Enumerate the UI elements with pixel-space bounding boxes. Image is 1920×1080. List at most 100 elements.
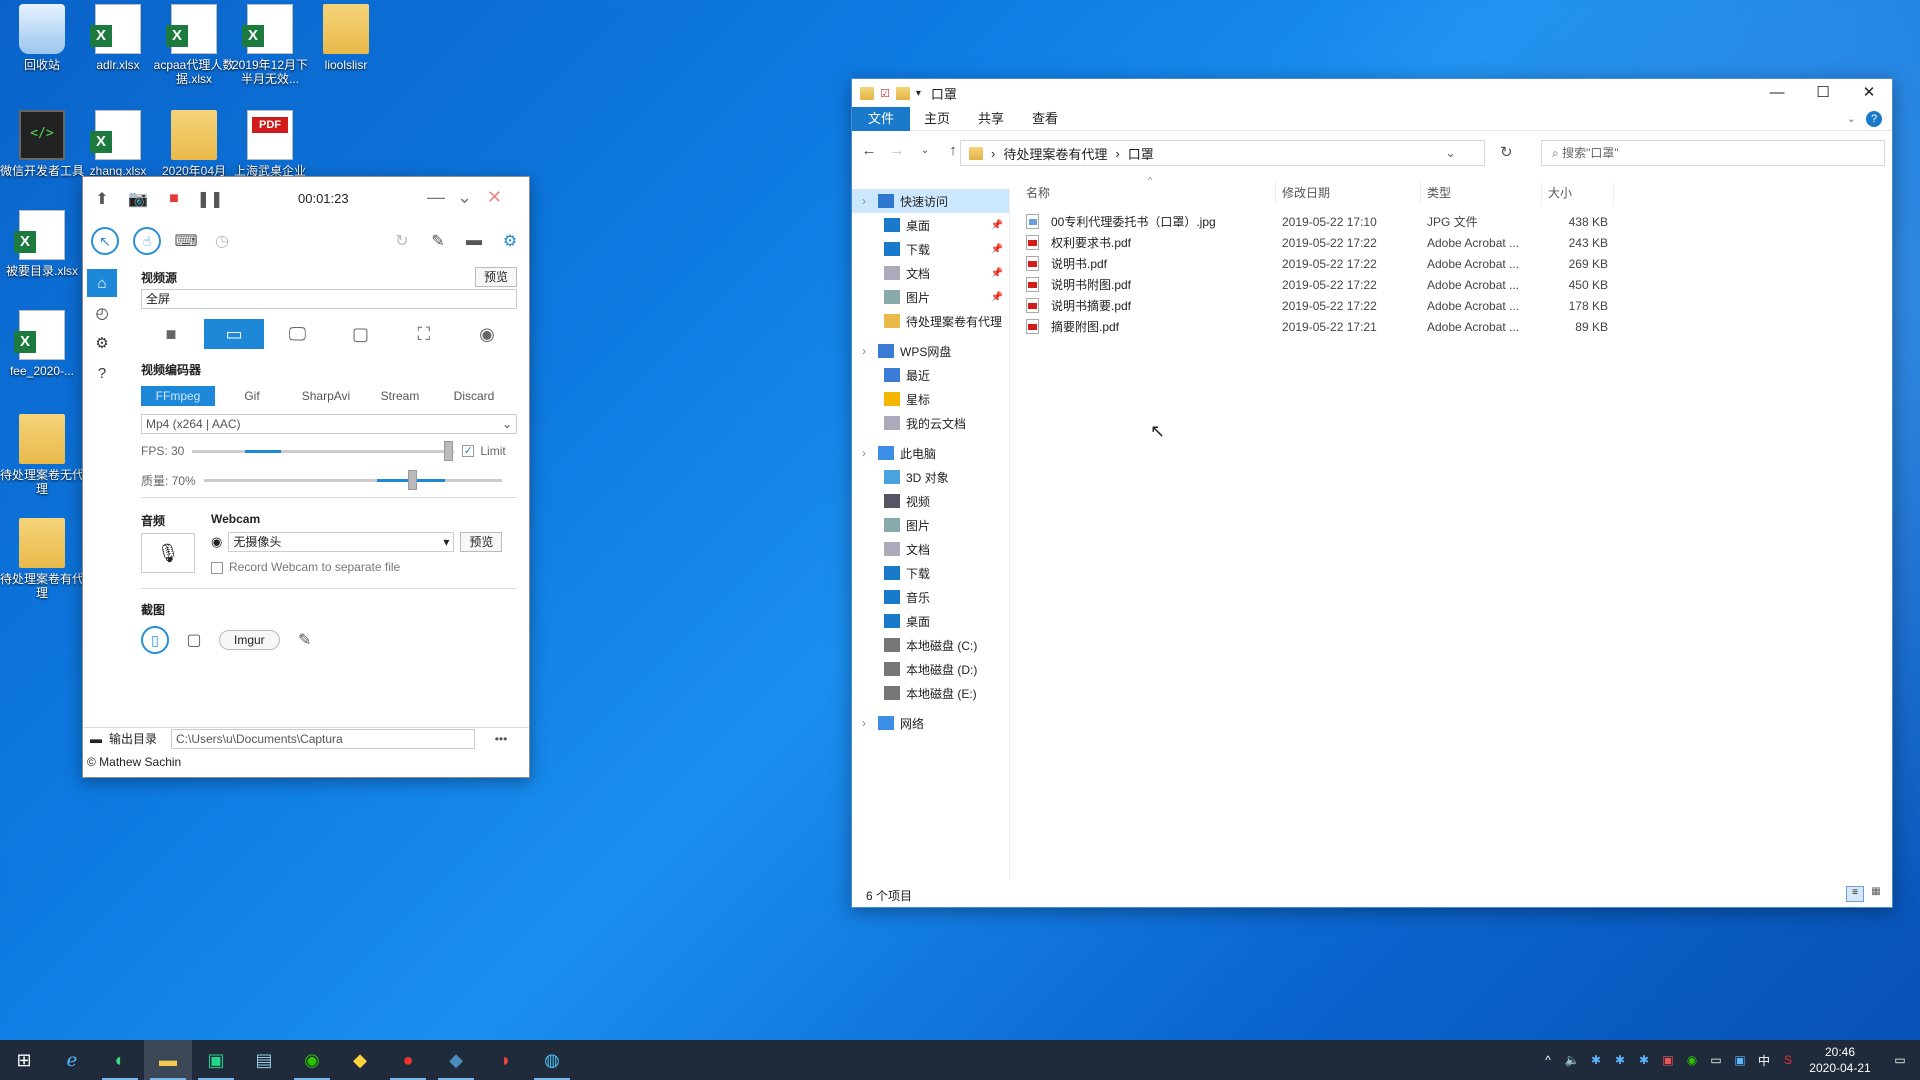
help-icon[interactable]: ? bbox=[1866, 110, 1882, 127]
desktop-icon[interactable]: 待处理案卷无代理 bbox=[0, 414, 84, 496]
nav-item[interactable]: 桌面 bbox=[852, 609, 1009, 633]
keyboard-icon[interactable]: ⌨ bbox=[174, 230, 197, 252]
source-field[interactable]: 全屏 bbox=[141, 289, 517, 309]
nav-item[interactable]: 我的云文档 bbox=[852, 411, 1009, 435]
address-dropdown-icon[interactable]: ⌄ bbox=[1445, 145, 1456, 161]
wechat-tray-icon[interactable]: ◉ bbox=[1680, 1053, 1704, 1067]
ribbon-tab[interactable]: 主页 bbox=[910, 107, 964, 131]
region-mode-icon[interactable]: ⛶ bbox=[394, 319, 454, 349]
clipboard-icon[interactable]: ▢ bbox=[183, 629, 205, 651]
new-folder-icon[interactable] bbox=[895, 86, 910, 100]
start-icon[interactable]: ⊞ bbox=[0, 1040, 48, 1080]
webcam-select[interactable]: 无摄像头 ▾ bbox=[228, 532, 455, 552]
settings-icon[interactable]: ⚙ bbox=[87, 329, 117, 357]
minimize-icon[interactable]: — bbox=[427, 187, 445, 208]
history-icon[interactable]: ◴ bbox=[87, 299, 117, 327]
pause-icon[interactable]: ❚❚ bbox=[197, 188, 224, 210]
chevron-up-icon[interactable]: ^ bbox=[1536, 1053, 1560, 1067]
nav-item[interactable]: 本地磁盘 (D:) bbox=[852, 657, 1009, 681]
screen-mode-icon[interactable]: 🖵 bbox=[267, 319, 327, 349]
desktop-icon[interactable]: 被要目录.xlsx bbox=[0, 210, 84, 278]
file-row[interactable]: 摘要附图.pdf 2019-05-22 17:21 Adobe Acrobat ..… bbox=[1020, 316, 1614, 337]
maximize-button[interactable]: ☐ bbox=[1800, 79, 1846, 107]
cursor-toggle-icon[interactable]: ↖ bbox=[91, 227, 119, 255]
file-row[interactable]: 说明书摘要.pdf 2019-05-22 17:22 Adobe Acrobat .… bbox=[1020, 295, 1614, 316]
edit-icon[interactable]: ✎ bbox=[294, 629, 316, 651]
close-button[interactable]: ✕ bbox=[1846, 79, 1892, 107]
notepad-icon[interactable]: ▤ bbox=[240, 1040, 288, 1080]
refresh-icon[interactable]: ↻ bbox=[391, 230, 413, 252]
bluetooth-icon[interactable]: ✱ bbox=[1584, 1053, 1608, 1067]
desktop-icon[interactable]: 上海武桌企业 bbox=[228, 110, 312, 178]
save-to-disk-icon[interactable]: ▯ bbox=[141, 626, 169, 654]
notification-icon[interactable]: ▭ bbox=[1880, 1053, 1920, 1067]
pencil-icon[interactable]: ✎ bbox=[427, 230, 449, 252]
desktop-icon[interactable]: 回收站 bbox=[0, 4, 84, 72]
minimize-button[interactable]: — bbox=[1754, 79, 1800, 107]
tiles-view-icon[interactable]: ▦ bbox=[1868, 886, 1884, 902]
gamepad-mode-icon[interactable]: ◉ bbox=[457, 319, 517, 349]
nav-item[interactable]: 待处理案卷有代理 bbox=[852, 309, 1009, 333]
back-icon[interactable]: ← bbox=[860, 142, 878, 159]
output-path-field[interactable]: C:\Users\u\Documents\Captura bbox=[171, 728, 475, 749]
browse-button[interactable]: ••• bbox=[475, 732, 527, 746]
captura-icon[interactable]: ◑ bbox=[480, 1040, 528, 1080]
desktop-icon[interactable]: adlr.xlsx bbox=[76, 4, 160, 72]
file-row[interactable]: 说明书附图.pdf 2019-05-22 17:22 Adobe Acrobat .… bbox=[1020, 274, 1614, 295]
nav-item[interactable]: 星标 bbox=[852, 387, 1009, 411]
column-size[interactable]: 大小 bbox=[1542, 181, 1614, 205]
limit-checkbox[interactable]: ✓ bbox=[462, 445, 475, 457]
file-row[interactable]: 00专利代理委托书（口罩）.jpg 2019-05-22 17:10 JPG 文件 4… bbox=[1020, 211, 1614, 232]
volume-icon[interactable]: 🔈 bbox=[1560, 1053, 1584, 1067]
nav-item[interactable]: 下载 bbox=[852, 561, 1009, 585]
nav-item[interactable]: 最近 bbox=[852, 363, 1009, 387]
sogou-icon[interactable]: S bbox=[1776, 1053, 1800, 1067]
webcam-separate-checkbox[interactable] bbox=[211, 561, 223, 574]
file-explorer-icon[interactable]: ▬ bbox=[144, 1040, 192, 1080]
search-box[interactable]: ⌕ 搜索"口罩" bbox=[1541, 140, 1885, 166]
tray-app-icon[interactable]: ✱ bbox=[1632, 1053, 1656, 1067]
encoder-tab-stream[interactable]: Stream bbox=[363, 386, 437, 406]
nav-item[interactable]: 图片 bbox=[852, 513, 1009, 537]
microphone-icon[interactable]: 🎙 bbox=[141, 533, 195, 573]
ribbon-tab[interactable]: 共享 bbox=[964, 107, 1018, 131]
desktop-icon[interactable]: acpaa代理人数据.xlsx bbox=[152, 4, 236, 86]
python-icon[interactable]: ◆ bbox=[336, 1040, 384, 1080]
properties-icon[interactable]: ☑ bbox=[880, 87, 890, 100]
help-icon[interactable]: ? bbox=[87, 359, 117, 387]
encoder-tab-ffmpeg[interactable]: FFmpeg bbox=[141, 386, 215, 406]
encoder-tab-discard[interactable]: Discard bbox=[437, 386, 511, 406]
click-toggle-icon[interactable]: ☝ bbox=[133, 227, 161, 255]
desktop-icon[interactable]: 2019年12月下半月无效... bbox=[228, 4, 312, 86]
recent-dropdown-icon[interactable]: ⌄ bbox=[916, 145, 934, 156]
window-mode-icon[interactable]: ▢ bbox=[331, 319, 391, 349]
desktop-icon[interactable]: zhang.xlsx bbox=[76, 110, 160, 178]
nav-item[interactable]: 音乐 bbox=[852, 585, 1009, 609]
stop-icon[interactable]: ■ bbox=[163, 188, 185, 210]
desktop-icon[interactable]: 待处理案卷有代理 bbox=[0, 518, 84, 600]
fps-slider[interactable] bbox=[192, 440, 455, 461]
column-type[interactable]: 类型 bbox=[1421, 181, 1542, 205]
encoder-tab-sharpavi[interactable]: SharpAvi bbox=[289, 386, 363, 406]
nav-item[interactable]: 文档 bbox=[852, 537, 1009, 561]
nav-item[interactable]: 本地磁盘 (C:) bbox=[852, 633, 1009, 657]
webcam-preview-button[interactable]: 预览 bbox=[460, 532, 503, 552]
desktop-icon[interactable]: lioolslisr bbox=[304, 4, 388, 72]
collapse-icon[interactable]: ⬆ bbox=[91, 188, 113, 210]
gear-icon[interactable]: ⚙ bbox=[499, 230, 521, 252]
nav-item[interactable]: › 快速访问 bbox=[852, 189, 1009, 213]
nav-item[interactable]: 视频 bbox=[852, 489, 1009, 513]
nav-item[interactable]: 本地磁盘 (E:) bbox=[852, 681, 1009, 705]
fullscreen-mode-icon[interactable]: ▭ bbox=[204, 319, 265, 349]
nav-item[interactable]: 文档 📌 bbox=[852, 261, 1009, 285]
close-icon[interactable]: ✕ bbox=[487, 187, 502, 208]
ime-icon[interactable]: 中 bbox=[1752, 1052, 1776, 1069]
expand-chevron-icon[interactable]: › bbox=[862, 344, 866, 358]
network-icon[interactable]: ▭ bbox=[1704, 1053, 1728, 1067]
recorder-icon[interactable]: ● bbox=[384, 1040, 432, 1080]
encoder-tab-gif[interactable]: Gif bbox=[215, 386, 289, 406]
qat-dropdown-icon[interactable]: ▾ bbox=[916, 88, 921, 99]
forward-icon[interactable]: → bbox=[888, 142, 906, 159]
nav-item[interactable]: 桌面 📌 bbox=[852, 213, 1009, 237]
preview-button[interactable]: 预览 bbox=[474, 267, 517, 287]
